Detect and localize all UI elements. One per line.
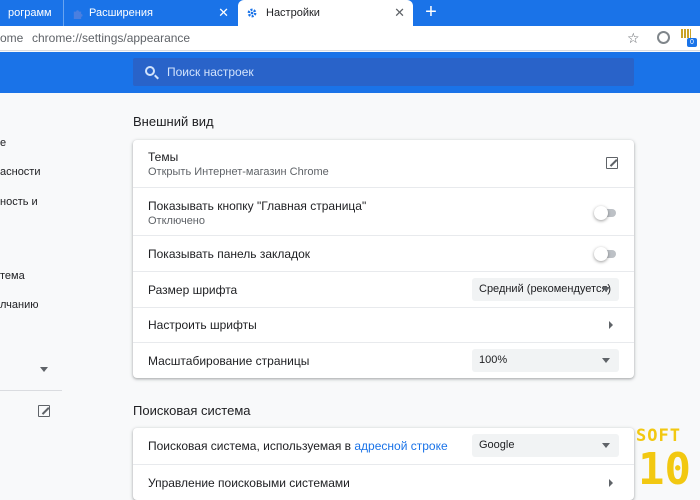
omnibox-scheme[interactable]: ome — [0, 31, 23, 45]
page-zoom-row: Масштабирование страницы 100% — [133, 342, 634, 378]
engine-label-prefix: Поисковая система, используемая в — [148, 439, 355, 453]
tab-programs[interactable]: рограмм — [0, 0, 62, 26]
close-icon[interactable]: ✕ — [394, 6, 405, 20]
manage-search-engines-row[interactable]: Управление поисковыми системами — [133, 464, 634, 500]
select-value: Средний (рекомендуется) — [479, 283, 612, 295]
font-size-row: Размер шрифта Средний (рекомендуется) — [133, 271, 634, 307]
omnibox-url[interactable]: chrome://settings/appearance — [32, 31, 190, 45]
chevron-down-icon — [602, 358, 610, 363]
search-placeholder: Поиск настроек — [167, 65, 254, 79]
font-size-select[interactable]: Средний (рекомендуется) — [472, 278, 619, 301]
chevron-down-icon — [602, 287, 610, 292]
sidebar-item[interactable]: е — [0, 137, 6, 149]
section-title-appearance: Внешний вид — [133, 114, 214, 129]
page-zoom-select[interactable]: 100% — [472, 349, 619, 372]
row-label: Темы — [148, 150, 179, 164]
row-label: Показывать кнопку "Главная страница" — [148, 199, 367, 213]
sidebar-item[interactable]: тема — [0, 270, 25, 282]
divider — [0, 390, 62, 391]
tab-settings[interactable]: Настройки ✕ — [238, 0, 413, 26]
sidebar-item[interactable]: асности — [0, 166, 41, 178]
row-label: Настроить шрифты — [148, 318, 257, 332]
gear-icon — [247, 8, 257, 18]
section-title-search-engine: Поисковая система — [133, 403, 251, 418]
bookmarks-bar-toggle[interactable] — [594, 247, 618, 261]
customize-fonts-row[interactable]: Настроить шрифты — [133, 307, 634, 342]
watermark-text-top: SOFT — [636, 426, 681, 446]
puzzle-icon — [73, 9, 83, 19]
tab-strip: рограмм Расширения ✕ Настройки ✕ + — [0, 0, 700, 26]
search-engine-card: Поисковая система, используемая в адресн… — [133, 428, 634, 500]
select-value: 100% — [479, 354, 508, 366]
chevron-down-icon — [602, 443, 610, 448]
themes-row[interactable]: Темы Открыть Интернет-магазин Chrome — [133, 140, 634, 187]
row-sublabel: Отключено — [148, 215, 205, 227]
open-in-new-icon[interactable] — [606, 157, 618, 169]
search-input[interactable]: Поиск настроек — [133, 58, 634, 86]
bookmarks-bar-row[interactable]: Показывать панель закладок — [133, 235, 634, 271]
search-engine-row: Поисковая система, используемая в адресн… — [133, 428, 634, 464]
chevron-right-icon — [609, 479, 613, 487]
tab-label: Настройки — [266, 7, 320, 19]
row-label: Размер шрифта — [148, 283, 238, 297]
select-value: Google — [479, 439, 515, 451]
sidebar-item[interactable]: лчанию — [0, 299, 39, 311]
address-bar-link[interactable]: адресной строке — [354, 439, 447, 453]
chevron-down-icon[interactable] — [40, 367, 48, 372]
watermark-logo: SOFT 10 — [636, 426, 692, 500]
home-button-toggle[interactable] — [594, 206, 618, 220]
chevron-right-icon — [609, 321, 613, 329]
appearance-card: Темы Открыть Интернет-магазин Chrome Пок… — [133, 140, 634, 378]
tab-label: Расширения — [89, 7, 153, 19]
new-tab-button[interactable]: + — [421, 2, 441, 22]
sidebar-item[interactable]: ность и — [0, 196, 38, 208]
row-sublabel: Открыть Интернет-магазин Chrome — [148, 166, 329, 178]
row-label: Показывать панель закладок — [148, 247, 311, 261]
search-icon — [145, 66, 155, 76]
row-label: Управление поисковыми системами — [148, 476, 350, 490]
tab-extensions[interactable]: Расширения ✕ — [63, 0, 237, 26]
row-label: Поисковая система, используемая в адресн… — [148, 439, 448, 453]
close-icon[interactable]: ✕ — [218, 6, 229, 20]
sidebar: е асности ность и тема лчанию — [0, 93, 62, 500]
tab-label: рограмм — [8, 7, 52, 19]
home-button-row[interactable]: Показывать кнопку "Главная страница" Отк… — [133, 187, 634, 235]
star-icon[interactable]: ☆ — [627, 30, 640, 47]
toolbar: ome chrome://settings/appearance ☆ 0 — [0, 26, 700, 51]
row-label: Масштабирование страницы — [148, 354, 310, 368]
search-engine-select[interactable]: Google — [472, 434, 619, 457]
globe-icon[interactable] — [657, 31, 670, 44]
extension-icon[interactable]: 0 — [681, 29, 697, 47]
open-in-new-icon[interactable] — [38, 405, 50, 417]
watermark-text-bottom: 10 — [638, 444, 691, 495]
settings-header: Поиск настроек — [0, 52, 700, 93]
